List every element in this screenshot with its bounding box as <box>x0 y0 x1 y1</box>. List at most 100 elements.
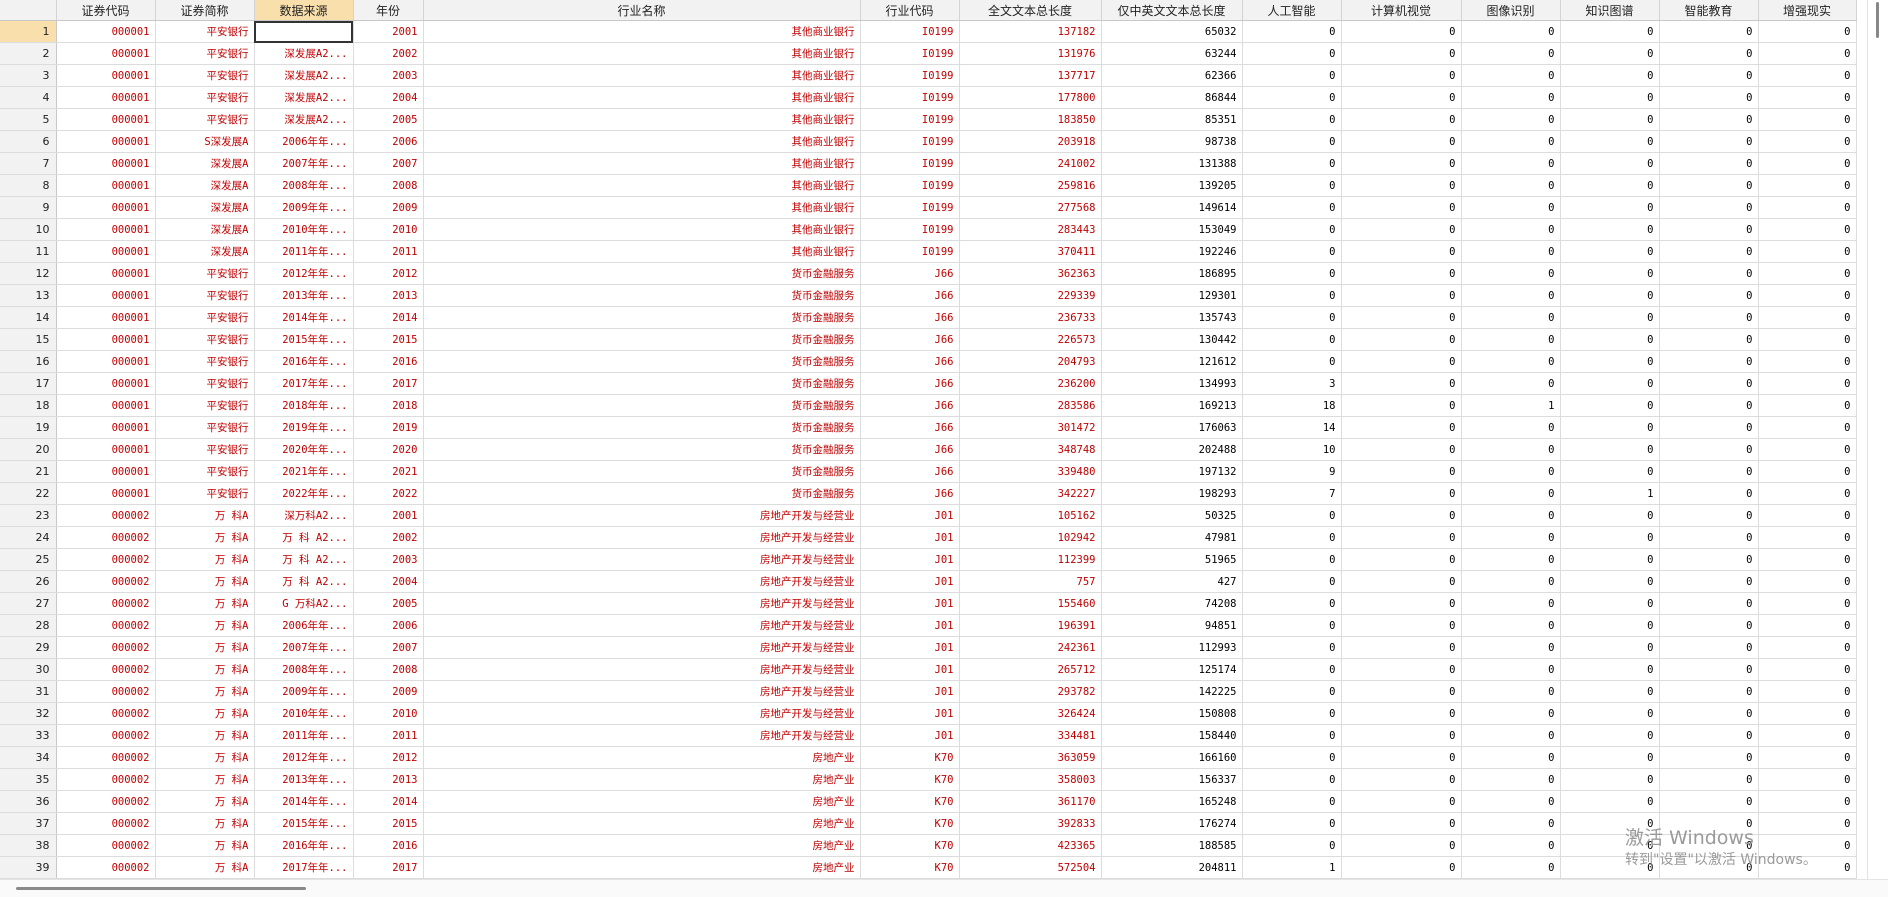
row-header[interactable]: 7 <box>0 152 57 175</box>
table-cell[interactable]: 000001 <box>56 438 156 461</box>
table-cell[interactable]: 万 科 A2... <box>254 526 354 549</box>
table-cell[interactable]: 0 <box>1461 262 1561 285</box>
table-cell[interactable]: 361170 <box>959 790 1102 813</box>
table-cell[interactable]: 2014 <box>353 306 424 329</box>
table-cell[interactable]: 0 <box>1341 460 1462 483</box>
table-cell[interactable]: 货币金融服务 <box>423 372 861 395</box>
table-cell[interactable]: J01 <box>860 504 960 527</box>
table-cell[interactable]: 000002 <box>56 636 156 659</box>
table-cell[interactable]: 0 <box>1341 636 1462 659</box>
row-header[interactable]: 24 <box>0 526 57 549</box>
table-cell[interactable]: 2011年年... <box>254 240 354 263</box>
table-cell[interactable]: 74208 <box>1101 592 1243 615</box>
table-cell[interactable]: J66 <box>860 262 960 285</box>
table-cell[interactable]: 0 <box>1242 680 1342 703</box>
table-cell[interactable]: 其他商业银行 <box>423 196 861 219</box>
table-cell[interactable]: 0 <box>1242 86 1342 109</box>
table-cell[interactable]: 149614 <box>1101 196 1243 219</box>
table-cell[interactable]: 98738 <box>1101 130 1243 153</box>
table-cell[interactable]: 万 科A <box>155 746 255 769</box>
table-cell[interactable]: 0 <box>1659 592 1759 615</box>
table-cell[interactable]: 204793 <box>959 350 1102 373</box>
table-cell[interactable]: 3 <box>1242 372 1342 395</box>
table-cell[interactable]: 2004 <box>353 570 424 593</box>
table-cell[interactable]: 0 <box>1341 130 1462 153</box>
table-cell[interactable]: 0 <box>1758 86 1857 109</box>
table-cell[interactable]: 000002 <box>56 812 156 835</box>
table-cell[interactable]: 1 <box>1560 482 1660 505</box>
table-cell[interactable]: 房地产业 <box>423 768 861 791</box>
table-cell[interactable]: 000001 <box>56 306 156 329</box>
table-cell[interactable]: 0 <box>1659 218 1759 241</box>
table-cell[interactable]: 2012年年... <box>254 262 354 285</box>
table-cell[interactable]: 0 <box>1242 130 1342 153</box>
table-cell[interactable]: J01 <box>860 570 960 593</box>
table-cell[interactable]: 000001 <box>56 130 156 153</box>
table-cell[interactable]: 236733 <box>959 306 1102 329</box>
row-header[interactable]: 33 <box>0 724 57 747</box>
table-cell[interactable]: 0 <box>1659 284 1759 307</box>
table-cell[interactable]: 000001 <box>56 460 156 483</box>
table-cell[interactable]: 139205 <box>1101 174 1243 197</box>
table-cell[interactable]: 000001 <box>56 328 156 351</box>
table-cell[interactable]: 2014 <box>353 790 424 813</box>
row-header[interactable]: 3 <box>0 64 57 87</box>
table-cell[interactable]: 0 <box>1461 504 1561 527</box>
table-cell[interactable]: 0 <box>1341 702 1462 725</box>
table-cell[interactable]: 2009年年... <box>254 196 354 219</box>
table-cell[interactable]: 142225 <box>1101 680 1243 703</box>
table-cell[interactable]: 0 <box>1461 790 1561 813</box>
table-cell[interactable]: 万 科 A2... <box>254 570 354 593</box>
table-cell[interactable]: 平安银行 <box>155 262 255 285</box>
table-cell[interactable]: 47981 <box>1101 526 1243 549</box>
table-cell[interactable]: J66 <box>860 350 960 373</box>
table-cell[interactable]: 000001 <box>56 108 156 131</box>
table-cell[interactable]: 169213 <box>1101 394 1243 417</box>
table-cell[interactable]: 0 <box>1659 350 1759 373</box>
table-cell[interactable]: 万 科A <box>155 614 255 637</box>
table-cell[interactable]: 0 <box>1341 570 1462 593</box>
table-cell[interactable]: 0 <box>1659 306 1759 329</box>
table-cell[interactable]: J66 <box>860 284 960 307</box>
table-cell[interactable]: 000001 <box>56 86 156 109</box>
table-cell[interactable]: 0 <box>1461 174 1561 197</box>
table-cell[interactable]: 0 <box>1461 306 1561 329</box>
table-cell[interactable]: 51965 <box>1101 548 1243 571</box>
table-cell[interactable]: 0 <box>1659 570 1759 593</box>
horizontal-scrollbar[interactable] <box>0 879 1888 897</box>
table-cell[interactable]: I0199 <box>860 20 960 43</box>
table-cell[interactable]: 0 <box>1242 724 1342 747</box>
table-cell[interactable]: 156337 <box>1101 768 1243 791</box>
table-cell[interactable]: 000002 <box>56 834 156 857</box>
table-cell[interactable]: 0 <box>1560 790 1660 813</box>
table-cell[interactable]: 134993 <box>1101 372 1243 395</box>
row-header[interactable]: 32 <box>0 702 57 725</box>
table-cell[interactable]: 9 <box>1242 460 1342 483</box>
table-cell[interactable]: 0 <box>1341 438 1462 461</box>
table-cell[interactable]: 0 <box>1560 680 1660 703</box>
table-cell[interactable]: 131388 <box>1101 152 1243 175</box>
table-cell[interactable]: 0 <box>1341 152 1462 175</box>
table-cell[interactable]: K70 <box>860 746 960 769</box>
table-cell[interactable]: 深发展A <box>155 196 255 219</box>
table-cell[interactable]: 0 <box>1242 504 1342 527</box>
table-cell[interactable]: 货币金融服务 <box>423 328 861 351</box>
table-cell[interactable]: 0 <box>1461 416 1561 439</box>
table-cell[interactable]: 平安银行 <box>155 394 255 417</box>
table-cell[interactable]: 0 <box>1659 460 1759 483</box>
table-cell[interactable]: 0 <box>1560 504 1660 527</box>
data-grid[interactable]: 证券代码 证券简称 数据来源 年份 行业名称 行业代码 全文文本总长度 仅中英文文本总长度 人工… <box>0 0 1868 880</box>
table-cell[interactable]: 0 <box>1242 64 1342 87</box>
table-cell[interactable]: 0 <box>1341 746 1462 769</box>
table-cell[interactable]: 2018年年... <box>254 394 354 417</box>
column-header[interactable]: 证券代码 <box>56 0 156 21</box>
table-cell[interactable]: 0 <box>1758 372 1857 395</box>
table-cell[interactable]: 0 <box>1659 438 1759 461</box>
table-cell[interactable]: 0 <box>1341 834 1462 857</box>
row-header[interactable]: 10 <box>0 218 57 241</box>
table-cell[interactable]: 平安银行 <box>155 438 255 461</box>
table-cell[interactable]: 房地产开发与经营业 <box>423 504 861 527</box>
column-header[interactable]: 智能教育 <box>1659 0 1759 21</box>
row-header[interactable]: 15 <box>0 328 57 351</box>
table-cell[interactable]: 0 <box>1341 196 1462 219</box>
